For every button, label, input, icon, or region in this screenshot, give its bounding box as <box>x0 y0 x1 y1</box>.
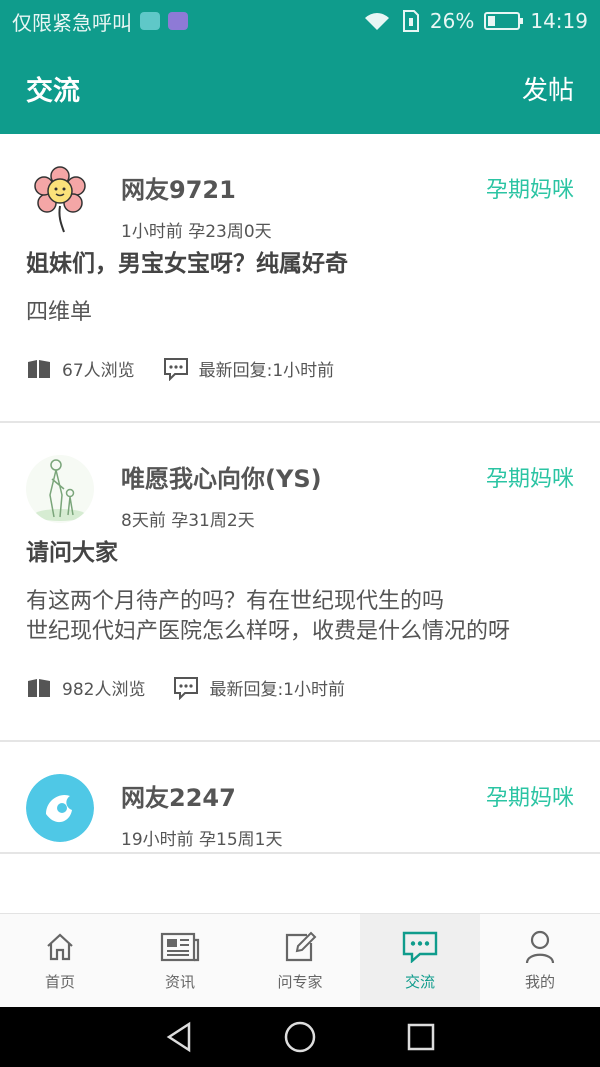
post-card[interactable]: 网友9721 1小时前 孕23周0天 孕期妈咪 姐妹们，男宝女宝呀？纯属好奇 四… <box>0 134 600 423</box>
tab-ask-expert[interactable]: 问专家 <box>240 914 360 1007</box>
view-count: 982人浏览 <box>62 680 146 700</box>
android-notification-icon <box>140 12 160 30</box>
user-icon <box>525 930 555 964</box>
tab-label: 资讯 <box>164 973 195 991</box>
parent-child-avatar[interactable] <box>26 455 94 523</box>
post-body[interactable]: 四维单 <box>26 298 574 328</box>
mother-baby-logo-avatar[interactable] <box>26 774 94 842</box>
tab-label: 交流 <box>404 973 435 991</box>
book-icon <box>28 678 50 697</box>
last-reply: 最新回复:1小时前 <box>209 680 345 700</box>
post-card[interactable]: 网友2247 19小时前 孕15周1天 孕期妈咪 <box>0 742 600 854</box>
back-icon[interactable] <box>164 1021 194 1053</box>
recents-icon[interactable] <box>406 1022 436 1052</box>
chat-icon <box>402 931 438 963</box>
post-username[interactable]: 网友9721 <box>121 170 272 205</box>
clock: 14:19 <box>530 9 588 33</box>
new-post-button[interactable]: 发帖 <box>522 70 574 107</box>
battery-icon <box>484 12 524 30</box>
book-icon <box>28 359 50 378</box>
tab-label: 我的 <box>524 973 555 991</box>
home-circle-icon[interactable] <box>283 1020 317 1054</box>
tab-community[interactable]: 交流 <box>360 914 480 1007</box>
post-tag: 孕期妈咪 <box>485 467 574 492</box>
post-meta: 1小时前 孕23周0天 <box>121 222 272 242</box>
post-title[interactable]: 请问大家 <box>26 533 574 567</box>
wifi-icon <box>364 13 389 30</box>
post-tag: 孕期妈咪 <box>485 786 574 811</box>
carrier-text: 仅限紧急呼叫 <box>12 10 132 35</box>
flower-avatar[interactable] <box>26 166 94 234</box>
comment-icon <box>174 676 199 700</box>
tab-me[interactable]: 我的 <box>480 914 600 1007</box>
edit-icon <box>285 931 317 962</box>
comment-icon <box>163 357 188 381</box>
post-card[interactable]: 唯愿我心向你(YS) 8天前 孕31周2天 孕期妈咪 请问大家 有这两个月待产的… <box>0 423 600 742</box>
post-tag: 孕期妈咪 <box>485 178 574 203</box>
post-title[interactable]: 姐妹们，男宝女宝呀？纯属好奇 <box>26 244 574 278</box>
post-meta: 8天前 孕31周2天 <box>121 511 255 531</box>
post-meta: 19小时前 孕15周1天 <box>121 830 283 850</box>
page-title: 交流 <box>26 75 80 107</box>
last-reply: 最新回复:1小时前 <box>198 361 335 381</box>
tab-label: 问专家 <box>277 973 323 991</box>
system-nav-bar <box>0 1007 600 1067</box>
news-icon <box>160 932 200 962</box>
bottom-tab-bar: 首页 资讯 问专家 交流 我的 <box>0 913 600 1007</box>
view-count: 67人浏览 <box>62 361 135 381</box>
tab-home[interactable]: 首页 <box>0 914 120 1007</box>
home-icon <box>47 933 73 961</box>
post-feed[interactable]: 网友9721 1小时前 孕23周0天 孕期妈咪 姐妹们，男宝女宝呀？纯属好奇 四… <box>0 134 600 913</box>
gallery-notification-icon <box>168 12 188 30</box>
tab-label: 首页 <box>44 973 75 991</box>
app-header: 交流 发帖 <box>0 42 600 134</box>
sim-icon <box>402 10 419 32</box>
status-bar: 仅限紧急呼叫 26% 14:19 <box>0 0 600 42</box>
post-body[interactable]: 有这两个月待产的吗？有在世纪现代生的吗 世纪现代妇产医院怎么样呀，收费是什么情况… <box>26 587 574 647</box>
post-username[interactable]: 唯愿我心向你(YS) <box>121 459 322 494</box>
tab-news[interactable]: 资讯 <box>120 914 240 1007</box>
battery-percent: 26% <box>429 9 475 33</box>
post-username[interactable]: 网友2247 <box>121 778 282 813</box>
